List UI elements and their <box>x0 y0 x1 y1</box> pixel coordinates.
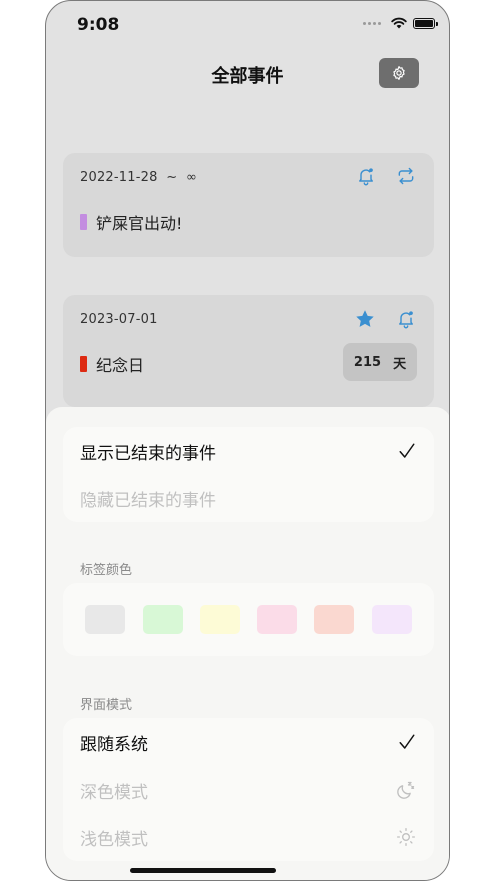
bell-icon[interactable] <box>356 166 376 186</box>
follow-system-option[interactable]: 跟随系统 <box>80 727 416 757</box>
star-icon[interactable] <box>354 308 376 330</box>
settings-sheet: 显示已结束的事件 隐藏已结束的事件 标签颜色 界面模式 跟随系统 深色模式 浅色… <box>46 407 449 880</box>
event-icons <box>354 308 416 330</box>
wifi-icon <box>391 17 407 29</box>
color-swatch-green[interactable] <box>143 605 183 634</box>
moon-icon <box>397 781 415 799</box>
color-swatch-salmon[interactable] <box>314 605 354 634</box>
event-title-text: 纪念日 <box>96 356 145 375</box>
appearance-group: 跟随系统 深色模式 浅色模式 <box>63 718 434 861</box>
event-card[interactable]: 2022-11-28 ~ ∞ 铲屎官出动! <box>63 153 434 257</box>
bell-icon[interactable] <box>396 309 416 329</box>
phone-frame: 9:08 全部事件 2022-11-28 ~ ∞ 铲屎官出动! 2023-07-… <box>45 0 450 881</box>
option-label: 跟随系统 <box>80 734 148 755</box>
hide-ended-option[interactable]: 隐藏已结束的事件 <box>80 483 416 513</box>
event-card[interactable]: 2023-07-01 纪念日 215 天 <box>63 295 434 407</box>
checkmark-icon <box>399 443 415 458</box>
ended-events-group: 显示已结束的事件 隐藏已结束的事件 <box>63 427 434 522</box>
event-title: 纪念日 <box>80 352 144 376</box>
status-time: 9:08 <box>77 15 120 35</box>
repeat-icon[interactable] <box>396 166 416 186</box>
home-indicator <box>130 868 276 873</box>
tag-colors-group <box>63 583 434 656</box>
option-label: 浅色模式 <box>80 829 148 850</box>
days-count: 215 <box>353 354 382 370</box>
event-icons <box>356 166 416 186</box>
dark-mode-option[interactable]: 深色模式 <box>80 775 416 805</box>
event-title-text: 铲屎官出动! <box>96 214 183 233</box>
tag-color-bar <box>80 214 87 230</box>
days-count-badge: 215 天 <box>343 343 417 381</box>
color-swatch-yellow[interactable] <box>200 605 240 634</box>
checkmark-icon <box>399 734 415 749</box>
color-swatch-pink[interactable] <box>257 605 297 634</box>
appearance-label: 界面模式 <box>80 698 133 713</box>
sun-icon <box>397 828 415 846</box>
tag-color-bar <box>80 356 87 372</box>
battery-icon <box>413 17 438 29</box>
event-title: 铲屎官出动! <box>80 210 182 234</box>
gear-icon <box>393 66 405 80</box>
light-mode-option[interactable]: 浅色模式 <box>80 822 416 852</box>
days-unit: 天 <box>393 356 407 372</box>
event-date: 2023-07-01 <box>80 312 158 327</box>
event-date-range: 2022-11-28 ~ ∞ <box>80 170 198 185</box>
option-label: 显示已结束的事件 <box>80 443 216 464</box>
color-swatch-gray[interactable] <box>85 605 125 634</box>
color-swatch-lavender[interactable] <box>372 605 412 634</box>
signal-dots-icon <box>363 21 381 25</box>
option-label: 深色模式 <box>80 782 148 803</box>
settings-button[interactable] <box>379 58 419 88</box>
status-icons <box>363 17 438 29</box>
option-label: 隐藏已结束的事件 <box>80 490 216 511</box>
show-ended-option[interactable]: 显示已结束的事件 <box>80 436 416 466</box>
tag-colors-label: 标签颜色 <box>80 563 133 578</box>
